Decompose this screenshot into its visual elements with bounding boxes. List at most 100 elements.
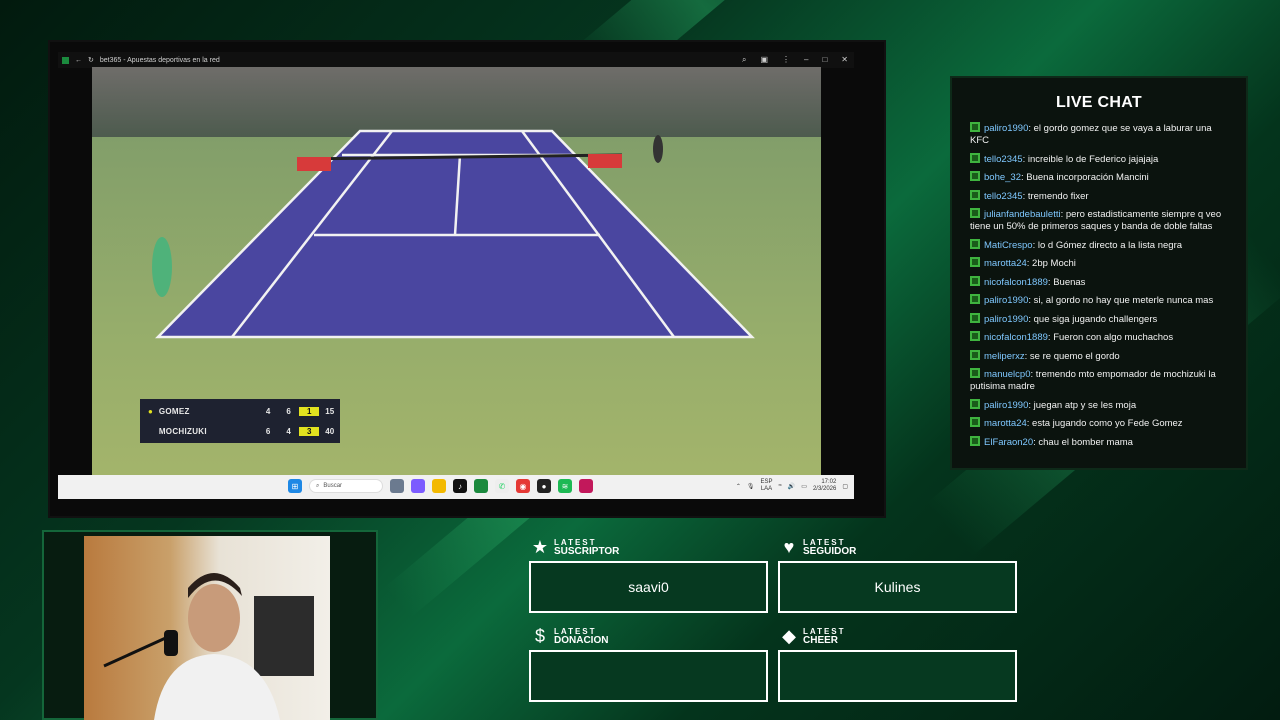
point-score: 15 [325,406,335,416]
user-badge-icon [970,435,980,446]
chat-message: tello2345: increible lo de Federico jaja… [970,152,1232,166]
latest-donacion-label: $ LATEST DONACION [530,626,608,646]
chat-text: : Buenas [1047,276,1086,288]
search-icon[interactable]: ⌕ [742,55,746,65]
chat-text: : Fueron con algo muchachos [1047,332,1174,343]
chat-username[interactable]: marotta24 [984,418,1027,429]
back-icon[interactable]: ← [75,57,82,64]
clock[interactable]: 17:02 2/3/2026 [813,479,836,493]
browser-window: ← ↻ bet365 - Apuestas deportivas en la r… [48,40,886,518]
latest-donacion-box [529,650,768,702]
wifi-icon[interactable]: ≈ [779,483,782,489]
notification-icon[interactable]: ▢ [842,483,848,490]
folder-icon[interactable] [432,479,446,493]
whatsapp-icon[interactable]: ✆ [495,479,509,493]
tab-title[interactable]: bet365 - Apuestas deportivas en la red [100,57,220,64]
chat-message: paliro1990: juegan atp y se les moja [970,398,1232,412]
chat-username[interactable]: manuelcp0 [984,369,1030,380]
reload-icon[interactable]: ↻ [88,56,94,64]
obs-icon[interactable]: ● [537,479,551,493]
language-indicator[interactable]: ESP LAA [761,479,773,493]
chat-message: meliperxz: se re quemo el gordo [970,349,1232,363]
chat-username[interactable]: ElFaraon20 [984,437,1033,448]
chat-username[interactable]: marotta24 [984,258,1027,269]
chat-message: julianfandebauletti: pero estadisticamen… [970,208,1232,233]
chat-messages: paliro1990: el gordo gomez que se vaya a… [970,122,1232,454]
chat-text: : chau el bomber mama [1033,436,1133,448]
user-badge-icon [970,294,980,304]
copilot-icon[interactable] [411,479,425,493]
chat-message: nicofalcon1889: Buenas [970,275,1232,289]
current-set-score: 3 [298,426,320,436]
mic-icon[interactable]: 🎙 [747,483,755,490]
windows-start-icon[interactable]: ⊞ [288,479,302,493]
menu-icon[interactable]: ⋮ [782,55,790,65]
chat-message: MatiCrespo: lo d Gómez directo a la list… [970,238,1232,252]
chat-username[interactable]: MatiCrespo [984,240,1033,251]
scoreboard: ● GOMEZ 4 6 1 15 ● MOCHIZUKI 6 4 3 40 [140,399,340,443]
user-badge-icon [970,152,980,163]
player-name: GOMEZ [158,406,190,416]
score-row: ● GOMEZ 4 6 1 15 [140,401,340,421]
chat-username[interactable]: meliperxz [984,351,1025,362]
chat-text: : esta jugando como yo Fede Gomez [1026,418,1183,429]
chat-username[interactable]: nicofalcon1889 [984,332,1048,343]
chat-username[interactable]: paliro1990 [984,295,1028,306]
maximize-icon[interactable]: □ [822,55,827,65]
chat-message: marotta24: esta jugando como yo Fede Gom… [970,417,1232,430]
chat-text: : se re quemo el gordo [1024,350,1120,362]
close-icon[interactable]: ✕ [841,55,848,65]
chat-message: paliro1990: que siga jugando challengers [970,312,1232,326]
spotify-icon[interactable]: ≋ [558,479,572,493]
player-far [653,135,663,163]
chat-text: : 2bp Mochi [1026,258,1076,269]
chat-text: : tremendo fixer [1022,190,1089,202]
battery-icon[interactable]: ▭ [801,483,807,490]
tiktok-icon[interactable]: ♪ [453,479,467,493]
chat-message: tello2345: tremendo fixer [970,189,1232,203]
chat-message: paliro1990: el gordo gomez que se vaya a… [970,122,1232,147]
diamond-icon: ◆ [782,626,796,646]
chat-username[interactable]: paliro1990 [984,314,1028,325]
user-badge-icon [970,398,980,409]
chat-username[interactable]: julianfandebauletti [984,209,1061,220]
bet365-icon[interactable] [474,479,488,493]
taskbar-search[interactable]: ⌕ Buscar [309,479,383,493]
dollar-icon: $ [534,626,545,646]
user-badge-icon [970,331,980,341]
player-near [152,237,172,297]
chat-username[interactable]: paliro1990 [984,400,1028,411]
user-badge-icon [970,275,980,286]
app-icon[interactable] [579,479,593,493]
chat-message: bohe_32: Buena incorporación Mancini [970,171,1232,184]
set-score: 4 [265,406,271,416]
latest-seguidor-value: Kulines [874,579,921,595]
minimize-icon[interactable]: – [804,55,808,65]
latest-seguidor-box: Kulines [778,561,1017,613]
chat-username[interactable]: paliro1990 [984,123,1028,134]
search-icon: ⌕ [316,482,320,489]
chat-text: : juegan atp y se les moja [1028,399,1137,411]
chat-username[interactable]: bohe_32 [984,172,1021,183]
chrome-icon[interactable]: ◉ [516,479,530,493]
extensions-icon[interactable]: ▣ [760,55,768,65]
chat-username[interactable]: tello2345 [984,154,1023,165]
browser-tab-bar: ← ↻ bet365 - Apuestas deportivas en la r… [58,52,854,68]
player-name: MOCHIZUKI [158,426,207,436]
tennis-video[interactable]: ● GOMEZ 4 6 1 15 ● MOCHIZUKI 6 4 3 40 [92,67,821,475]
chat-message: manuelcp0: tremendo mto empomador de moc… [970,368,1232,393]
chat-username[interactable]: tello2345 [984,191,1023,202]
latest-seguidor-label: ♥ LATEST SEGUIDOR [779,538,857,557]
chat-title: LIVE CHAT [1056,94,1142,111]
volume-icon[interactable]: 🔊 [788,483,795,490]
chat-username[interactable]: nicofalcon1889 [984,277,1048,288]
webcam-frame [42,530,378,720]
set-score: 6 [286,406,291,416]
user-badge-icon [970,349,980,360]
chevron-up-icon[interactable]: ⌃ [736,483,741,490]
chat-message: nicofalcon1889: Fueron con algo muchacho… [970,331,1232,344]
user-badge-icon [970,312,980,323]
widgets-icon[interactable] [390,479,404,493]
user-badge-icon [970,208,980,218]
chat-text: : que siga jugando challengers [1028,313,1158,325]
